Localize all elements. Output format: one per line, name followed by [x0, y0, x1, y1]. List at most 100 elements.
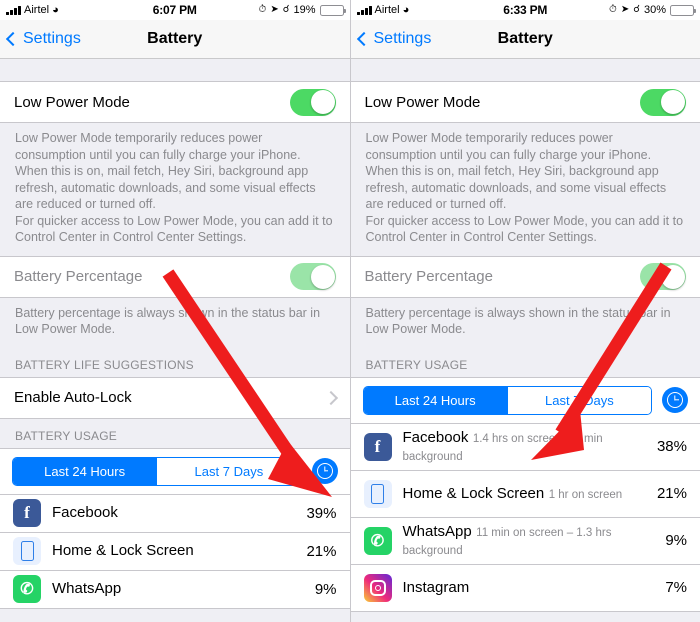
- app-usage-detail: 1 hr on screen: [548, 488, 623, 501]
- battery-percent-label: 30%: [643, 4, 666, 16]
- spacer: [350, 59, 700, 81]
- battery-percentage-toggle[interactable]: [289, 263, 336, 290]
- battery-percentage-row[interactable]: Battery Percentage: [350, 255, 700, 298]
- status-bar-right: ⏱ ➤ ☌ 19%: [258, 4, 346, 16]
- screenshot-root: Airtel ◕ 6:07 PM ⏱ ➤ ☌ 19% Settings Batt…: [0, 0, 700, 622]
- toggle-knob: [661, 90, 685, 114]
- settings-content: Low Power Mode Low Power Mode temporaril…: [350, 59, 700, 612]
- app-name: Facebook: [402, 428, 469, 446]
- app-usage-row-whatsapp[interactable]: ✆ WhatsApp 11 min on screen – 1.3 hrs ba…: [350, 517, 700, 565]
- spacer: [0, 59, 350, 81]
- low-power-mode-row[interactable]: Low Power Mode: [350, 81, 700, 123]
- app-usage-row-whatsapp[interactable]: ✆ WhatsApp 9%: [0, 570, 350, 609]
- back-button-label: Settings: [373, 30, 432, 47]
- back-button-settings[interactable]: Settings: [5, 30, 81, 48]
- battery-percentage-description-text: Battery percentage is always shown in th…: [365, 305, 671, 337]
- location-arrow-icon: ➤: [270, 4, 279, 15]
- app-usage-text: Facebook: [52, 504, 298, 522]
- app-usage-row-home-lock-screen[interactable]: Home & Lock Screen 1 hr on screen 21%: [350, 470, 700, 518]
- show-activity-clock-button[interactable]: [311, 458, 338, 484]
- enable-auto-lock-label: Enable Auto-Lock: [14, 389, 132, 406]
- app-battery-percent: 21%: [656, 485, 687, 502]
- low-power-mode-toggle[interactable]: [289, 88, 336, 116]
- app-name: Facebook: [52, 504, 118, 521]
- bluetooth-icon: ☌: [633, 4, 640, 15]
- low-power-mode-description-part1: Low Power Mode temporarily reduces power…: [15, 131, 316, 211]
- low-power-mode-description: Low Power Mode temporarily reduces power…: [351, 123, 700, 256]
- app-usage-text: Instagram: [403, 579, 658, 597]
- app-usage-row-instagram[interactable]: Instagram 7%: [350, 564, 700, 612]
- app-usage-row-facebook[interactable]: f Facebook 39%: [0, 494, 350, 533]
- battery-life-suggestions-header: BATTERY LIFE SUGGESTIONS: [15, 357, 194, 372]
- battery-usage-header: BATTERY USAGE: [365, 357, 468, 372]
- facebook-icon: f: [13, 499, 41, 527]
- battery-percentage-label: Battery Percentage: [364, 268, 493, 285]
- time-range-segmented-control[interactable]: Last 24 Hours Last 7 Days: [362, 385, 652, 415]
- chevron-right-icon: [323, 390, 338, 405]
- segment-last-24-hours[interactable]: Last 24 Hours: [363, 386, 507, 414]
- app-usage-row-home-lock-screen[interactable]: Home & Lock Screen 21%: [0, 532, 350, 571]
- time-range-segmented-control[interactable]: Last 24 Hours Last 7 Days: [12, 456, 302, 486]
- app-battery-percent: 39%: [306, 504, 337, 522]
- whatsapp-icon: ✆: [363, 526, 392, 555]
- clock-icon: [316, 463, 333, 479]
- home-lock-screen-icon: [13, 537, 41, 565]
- battery-percent-label: 19%: [293, 4, 316, 16]
- segment-last-7-days[interactable]: Last 7 Days: [506, 386, 651, 414]
- navigation-bar: Settings Battery: [350, 20, 700, 59]
- toggle-knob: [310, 264, 335, 289]
- battery-percentage-description: Battery percentage is always shown in th…: [351, 298, 700, 348]
- low-power-mode-label: Low Power Mode: [14, 93, 130, 111]
- bluetooth-icon: ☌: [282, 4, 290, 15]
- right-phone-screenshot: Airtel ◕ 6:33 PM ⏱ ➤ ☌ 30% Settings Batt…: [350, 0, 700, 622]
- camera-glyph: [369, 579, 386, 596]
- app-battery-percent: 38%: [656, 438, 687, 455]
- facebook-icon: f: [363, 432, 392, 461]
- status-bar-right: ⏱ ➤ ☌ 30%: [609, 4, 696, 16]
- battery-icon: [319, 4, 346, 16]
- low-power-mode-toggle[interactable]: [640, 88, 686, 116]
- phone-glyph: ✆: [370, 532, 385, 550]
- phone-glyph: [20, 541, 34, 561]
- enable-auto-lock-row[interactable]: Enable Auto-Lock: [0, 376, 350, 419]
- clock-icon: [667, 392, 683, 408]
- back-button-label: Settings: [23, 30, 81, 47]
- app-name: Home & Lock Screen: [52, 542, 194, 559]
- segment-last-24-hours[interactable]: Last 24 Hours: [13, 457, 157, 485]
- show-activity-clock-button[interactable]: [662, 387, 688, 413]
- whatsapp-icon: ✆: [13, 575, 41, 603]
- battery-usage-controls: Last 24 Hours Last 7 Days: [350, 376, 700, 424]
- navigation-bar: Settings Battery: [0, 20, 350, 59]
- battery-usage-header: BATTERY USAGE: [15, 428, 117, 443]
- alarm-icon: ⏱: [258, 4, 267, 15]
- battery-usage-controls: Last 24 Hours Last 7 Days: [0, 447, 350, 495]
- phone-glyph: [371, 483, 384, 504]
- battery-percentage-description: Battery percentage is always shown in th…: [0, 298, 350, 348]
- app-usage-text: WhatsApp 11 min on screen – 1.3 hrs back…: [403, 523, 658, 559]
- app-battery-percent: 7%: [665, 579, 687, 596]
- battery-percentage-description-text: Battery percentage is always shown in th…: [15, 305, 321, 337]
- low-power-mode-label: Low Power Mode: [364, 93, 481, 111]
- segment-last-7-days[interactable]: Last 7 Days: [156, 457, 301, 485]
- app-usage-row-facebook[interactable]: f Facebook 1.4 hrs on screen – 2 min bac…: [350, 423, 700, 471]
- low-power-mode-description: Low Power Mode temporarily reduces power…: [0, 123, 350, 256]
- app-battery-percent: 9%: [665, 532, 687, 549]
- app-name: WhatsApp: [52, 580, 122, 597]
- left-phone-screenshot: Airtel ◕ 6:07 PM ⏱ ➤ ☌ 19% Settings Batt…: [0, 0, 351, 622]
- app-usage-text: Facebook 1.4 hrs on screen – 2 min backg…: [403, 429, 649, 465]
- battery-percentage-toggle[interactable]: [640, 263, 686, 290]
- app-usage-text: Home & Lock Screen 1 hr on screen: [403, 485, 649, 503]
- app-name: WhatsApp: [402, 522, 472, 540]
- back-button-settings[interactable]: Settings: [356, 30, 432, 48]
- battery-percentage-label: Battery Percentage: [14, 268, 143, 285]
- status-bar: Airtel ◕ 6:07 PM ⏱ ➤ ☌ 19%: [0, 0, 350, 20]
- status-bar: Airtel ◕ 6:33 PM ⏱ ➤ ☌ 30%: [350, 0, 700, 20]
- app-name: Home & Lock Screen: [402, 484, 545, 502]
- settings-content: Low Power Mode Low Power Mode temporaril…: [0, 59, 350, 609]
- battery-percentage-row[interactable]: Battery Percentage: [0, 255, 350, 298]
- app-battery-percent: 9%: [314, 580, 337, 598]
- low-power-mode-description-part2: For quicker access to Low Power Mode, yo…: [15, 213, 333, 245]
- low-power-mode-row[interactable]: Low Power Mode: [0, 81, 350, 123]
- app-usage-text: Home & Lock Screen: [52, 542, 298, 560]
- toggle-knob: [310, 90, 335, 114]
